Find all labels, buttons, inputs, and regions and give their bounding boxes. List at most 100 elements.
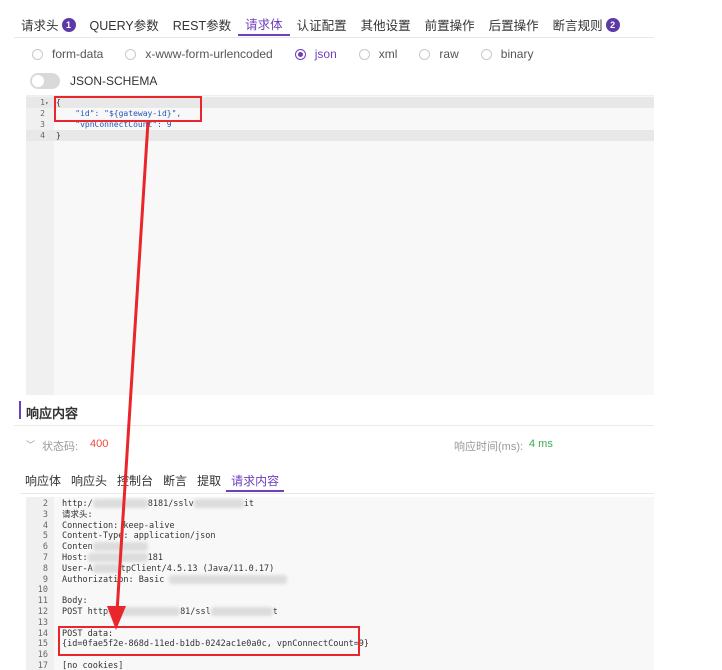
- response-tabs: 响应体 响应头 控制台 断言 提取 请求内容: [20, 472, 654, 494]
- tab-label: REST参数: [172, 19, 232, 33]
- body-type-radio-group: form-data x-www-form-urlencoded json xml…: [32, 44, 555, 64]
- code-text: 81/ssl: [180, 607, 211, 617]
- code-line: 7 Host: 181: [26, 553, 654, 564]
- tab-auth-config[interactable]: 认证配置: [290, 14, 354, 36]
- code-line: 17 [no cookies]: [26, 661, 654, 670]
- line-number: 16: [37, 650, 48, 661]
- code-text: }: [56, 131, 61, 140]
- response-section-title: 响应内容: [26, 406, 79, 421]
- radio-circle-icon: [419, 48, 431, 60]
- radio-circle-icon: [480, 48, 492, 60]
- annotation-box-request: [54, 96, 202, 122]
- radio-label: json: [314, 47, 337, 61]
- status-code-label: 状态码:: [42, 441, 79, 453]
- json-schema-toggle[interactable]: [30, 73, 60, 89]
- radio-circle-icon: [358, 48, 370, 60]
- code-line: 12 POST http 81/ssl t: [26, 607, 654, 618]
- tab-label: 断言规则: [552, 19, 603, 33]
- request-config-tabs: 请求头 1 QUERY参数 REST参数 请求体 认证配置 其他设置 前置操作 后…: [14, 12, 654, 38]
- radio-raw[interactable]: raw: [419, 47, 459, 61]
- tab-assertions[interactable]: 断言: [158, 472, 192, 492]
- line-number: 6: [42, 542, 48, 553]
- code-line: 2 http:/ 8181/sslv it: [26, 499, 654, 510]
- code-text: 请求头:: [62, 509, 93, 520]
- line-number: 4: [42, 520, 48, 531]
- tab-post-actions[interactable]: 后置操作: [482, 14, 546, 36]
- line-number: 1: [40, 98, 45, 107]
- tab-extract[interactable]: 提取: [192, 472, 226, 492]
- code-text: Conten: [62, 542, 93, 553]
- tab-other-settings[interactable]: 其他设置: [354, 14, 418, 36]
- tab-response-body[interactable]: 响应体: [20, 472, 66, 492]
- code-line: 9 Authorization: Basic: [26, 574, 654, 586]
- code-text: t: [272, 607, 278, 617]
- response-status-row: ﹀ 状态码: 400 响应时间(ms): 4 ms: [22, 438, 654, 453]
- code-text: http:/: [62, 499, 93, 509]
- radio-json[interactable]: json: [294, 47, 337, 61]
- tab-pre-actions[interactable]: 前置操作: [418, 14, 482, 36]
- code-line: 10: [26, 585, 654, 596]
- radio-circle-icon: [32, 48, 43, 60]
- tab-request-body[interactable]: 请求体: [238, 14, 290, 36]
- code-line: 6 Conten: [26, 542, 654, 553]
- line-number: 2: [40, 109, 45, 118]
- tab-request-content[interactable]: 请求内容: [226, 472, 285, 492]
- radio-label: xml: [378, 47, 398, 61]
- json-schema-label: JSON-SCHEMA: [70, 74, 158, 88]
- line-number: 12: [37, 607, 48, 617]
- radio-binary[interactable]: binary: [480, 47, 534, 61]
- tab-query-params[interactable]: QUERY参数: [83, 14, 166, 36]
- code-text: Content-Type: application/json: [62, 531, 216, 542]
- annotation-box-post-data: [58, 626, 360, 656]
- code-text: tpClient/4.5.13 (Java/11.0.17): [120, 563, 275, 574]
- radio-x-www-form-urlencoded[interactable]: x-www-form-urlencoded: [125, 47, 273, 61]
- redacted-block: [108, 607, 181, 616]
- code-line: 8 User-A tpClient/4.5.13 (Java/11.0.17): [26, 563, 654, 575]
- line-number: 15: [37, 639, 48, 650]
- radio-xml[interactable]: xml: [358, 47, 398, 61]
- tab-label: 其他设置: [360, 19, 411, 33]
- tab-console[interactable]: 控制台: [112, 472, 158, 492]
- line-number: 5: [42, 531, 48, 542]
- tab-response-headers[interactable]: 响应头: [66, 472, 112, 492]
- code-text: Authorization: Basic: [62, 574, 165, 585]
- redacted-block: [92, 563, 121, 573]
- line-number: 14: [37, 628, 48, 639]
- section-accent-bar: [19, 401, 21, 419]
- code-text: Host:: [62, 553, 88, 563]
- tab-label: 请求体: [245, 18, 283, 32]
- chevron-down-icon[interactable]: ﹀: [26, 438, 35, 451]
- tab-request-headers[interactable]: 请求头 1: [14, 14, 83, 36]
- line-number: 3: [42, 509, 48, 520]
- divider: [14, 425, 654, 426]
- json-schema-row: JSON-SCHEMA: [30, 73, 157, 89]
- code-text: it: [243, 499, 255, 509]
- code-text: POST http: [62, 607, 109, 617]
- line-number: 17: [37, 661, 48, 670]
- line-number: 3: [40, 120, 45, 129]
- code-line: 11 Body:: [26, 596, 654, 607]
- tab-rest-params[interactable]: REST参数: [166, 14, 238, 36]
- radio-form-data[interactable]: form-data: [32, 47, 103, 61]
- code-text: 8181/sslv: [147, 499, 194, 509]
- radio-label: binary: [500, 47, 534, 61]
- redacted-block: [193, 499, 244, 508]
- code-text: Body:: [62, 596, 88, 607]
- tab-assertion-rules[interactable]: 断言规则 2: [546, 14, 627, 36]
- code-line: 3 请求头:: [26, 510, 654, 521]
- line-number: 2: [42, 499, 48, 509]
- response-time-label: 响应时间(ms):: [454, 441, 524, 453]
- tab-label: QUERY参数: [89, 19, 159, 33]
- code-text: Connection: keep-alive: [62, 520, 175, 531]
- code-text: [no cookies]: [62, 661, 124, 670]
- line-number: 4: [40, 131, 45, 140]
- status-code-value: 400: [90, 438, 109, 450]
- code-line: 4 Connection: keep-alive: [26, 521, 654, 532]
- redacted-block: [210, 607, 273, 616]
- count-badge: 2: [605, 17, 620, 32]
- redacted-block: [87, 553, 148, 562]
- request-body-editor[interactable]: 1▾{ 2 "id": "${gateway-id}", 3 "vpnConne…: [26, 95, 654, 395]
- radio-checked-icon: [294, 48, 306, 60]
- line-number: 7: [42, 553, 48, 563]
- radio-label: x-www-form-urlencoded: [145, 47, 273, 61]
